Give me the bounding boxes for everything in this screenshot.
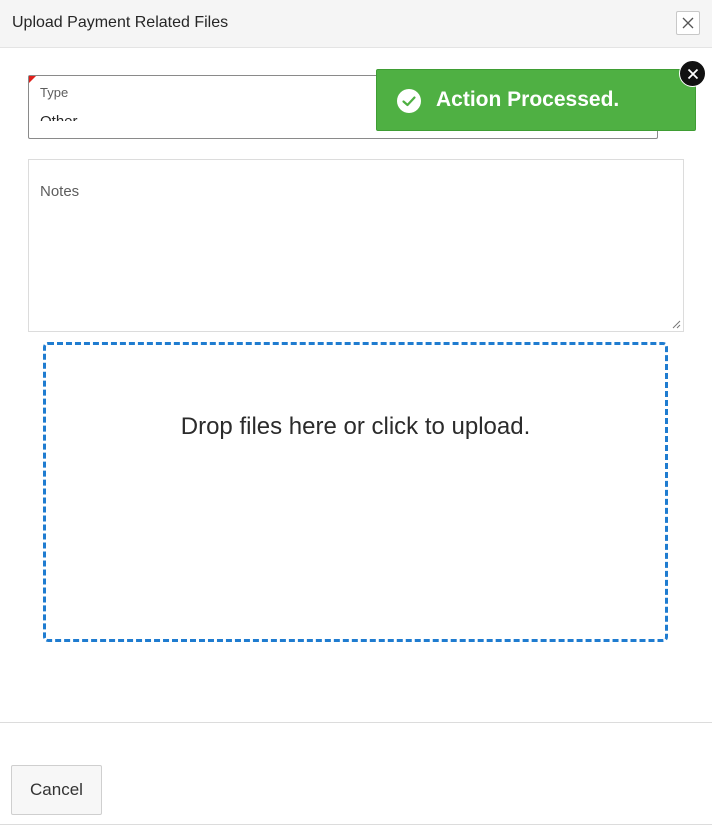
required-indicator xyxy=(29,76,36,83)
bottom-divider xyxy=(0,824,712,825)
notes-label: Notes xyxy=(40,183,80,200)
resize-handle-icon[interactable] xyxy=(671,319,681,329)
type-value: Other xyxy=(40,109,240,121)
dialog-close-button[interactable] xyxy=(676,11,700,35)
close-icon xyxy=(687,68,698,79)
close-icon xyxy=(682,17,694,29)
footer-divider xyxy=(0,722,712,723)
dialog-title: Upload Payment Related Files xyxy=(12,14,229,31)
notes-textarea[interactable]: Notes xyxy=(28,159,684,332)
toast-message: Action Processed. xyxy=(436,88,620,111)
type-label: Type xyxy=(40,85,69,100)
dialog-header: Upload Payment Related Files xyxy=(0,0,712,48)
file-dropzone[interactable]: Drop files here or click to upload. xyxy=(43,342,668,642)
success-toast: Action Processed. xyxy=(376,69,696,131)
toast-close-button[interactable] xyxy=(679,60,706,87)
cancel-button[interactable]: Cancel xyxy=(11,765,102,815)
check-circle-icon xyxy=(397,89,421,113)
dropzone-text: Drop files here or click to upload. xyxy=(180,413,531,440)
